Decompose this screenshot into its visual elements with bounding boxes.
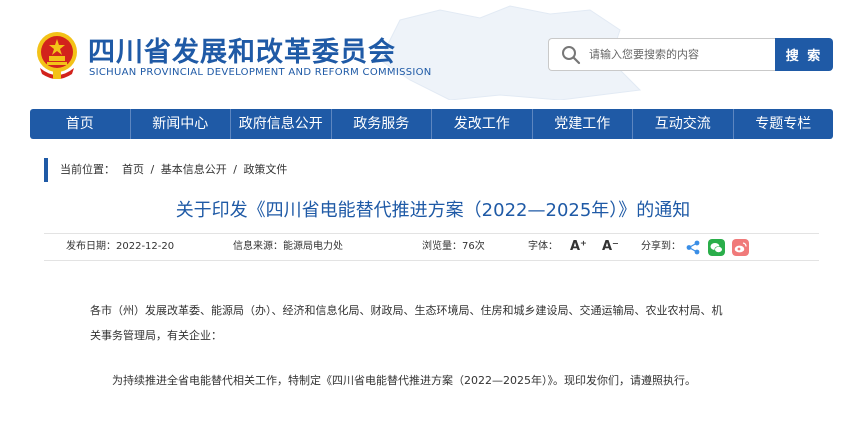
share-icon[interactable] — [685, 239, 702, 256]
breadcrumb-item-home[interactable]: 首页 — [122, 163, 144, 176]
breadcrumb-item-basic-info[interactable]: 基本信息公开 — [161, 163, 227, 176]
site-title[interactable]: 四川省发展和改革委员会 — [88, 30, 396, 69]
nav-item-gov-info-disclosure[interactable]: 政府信息公开 — [231, 109, 332, 139]
breadcrumb: 当前位置： 首页 / 基本信息公开 / 政策文件 — [44, 158, 287, 182]
wechat-icon[interactable] — [708, 239, 725, 256]
nav-item-gov-services[interactable]: 政务服务 — [332, 109, 432, 139]
font-increase-button[interactable]: A⁺ — [570, 238, 587, 256]
article-paragraph: 为持续推进全省电能替代相关工作，特制定《四川省电能替代推进方案（2022—202… — [112, 368, 812, 393]
search-input[interactable] — [589, 39, 773, 70]
article-text-line: 各市（州）发展改革委、能源局（办）、经济和信息化局、财政局、生态环境局、住房和城… — [90, 304, 723, 317]
article-text-line: 为持续推进全省电能替代相关工作，特制定《四川省电能替代推进方案（2022—202… — [112, 374, 696, 387]
nav-item-reform-work[interactable]: 发改工作 — [432, 109, 533, 139]
national-emblem-icon — [37, 32, 77, 79]
breadcrumb-prefix: 当前位置： — [60, 163, 115, 176]
nav-item-home[interactable]: 首页 — [30, 109, 131, 139]
share-label: 分享到： — [641, 241, 681, 252]
breadcrumb-separator: / — [233, 163, 237, 176]
font-decrease-button[interactable]: A⁻ — [602, 238, 619, 256]
nav-item-news-center[interactable]: 新闻中心 — [131, 109, 231, 139]
article-text-line: 关事务管理局，有关企业： — [90, 329, 222, 342]
site-header: 四川省发展和改革委员会 SICHUAN PROVINCIAL DEVELOPME… — [0, 0, 866, 100]
nav-item-interaction[interactable]: 互动交流 — [633, 109, 734, 139]
weibo-icon[interactable] — [732, 239, 749, 256]
search-box — [548, 38, 776, 71]
nav-item-special-topics[interactable]: 专题专栏 — [734, 109, 834, 139]
font-size-label: 字体： — [528, 241, 558, 252]
view-count: 浏览量：76次 — [422, 241, 485, 252]
search-button[interactable]: 搜 索 — [775, 38, 833, 71]
nav-item-party-building[interactable]: 党建工作 — [533, 109, 633, 139]
info-source: 信息来源：能源局电力处 — [233, 241, 343, 252]
article-title: 关于印发《四川省电能替代推进方案（2022—2025年）》的通知 — [175, 200, 691, 221]
breadcrumb-separator: / — [150, 163, 155, 176]
main-nav: 首页 新闻中心 政府信息公开 政务服务 发改工作 党建工作 互动交流 专题专栏 — [30, 109, 833, 139]
article-meta-bar: 发布日期：2022-12-20 信息来源：能源局电力处 浏览量：76次 字体： … — [44, 233, 819, 261]
article-paragraph: 各市（州）发展改革委、能源局（办）、经济和信息化局、财政局、生态环境局、住房和城… — [90, 298, 790, 348]
publish-date: 发布日期：2022-12-20 — [66, 241, 175, 252]
site-subtitle: SICHUAN PROVINCIAL DEVELOPMENT AND REFOR… — [89, 67, 432, 78]
search-icon — [562, 46, 581, 65]
breadcrumb-item-policy-docs[interactable]: 政策文件 — [243, 163, 287, 176]
